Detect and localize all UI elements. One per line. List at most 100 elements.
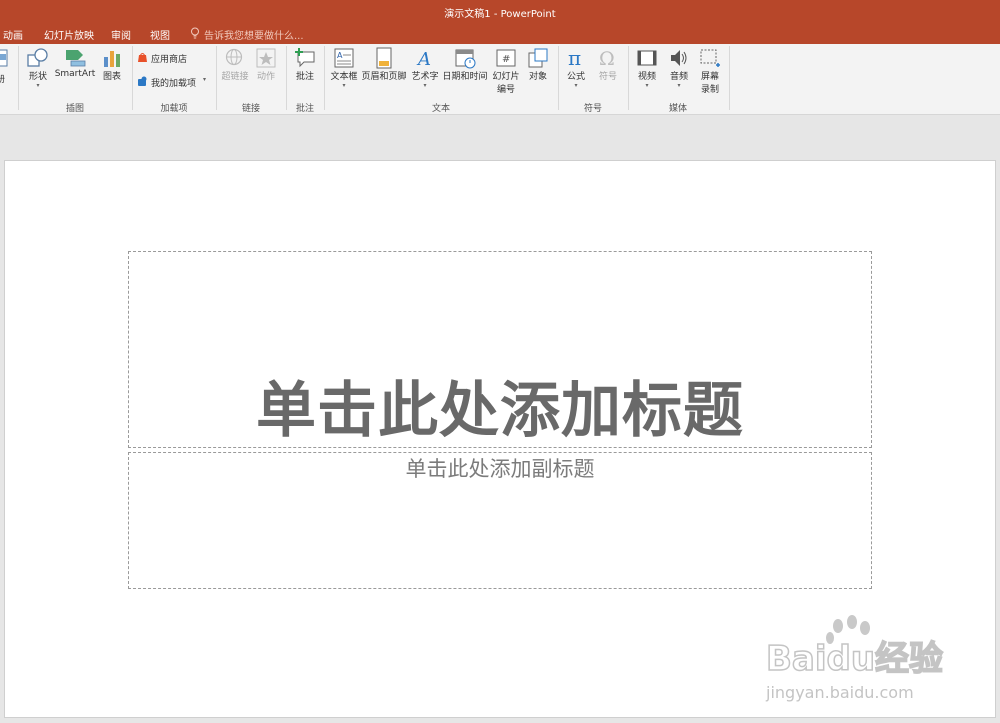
chart-label: 图表 — [102, 72, 121, 82]
speaker-icon — [671, 50, 687, 66]
action-label: 动作 — [256, 72, 275, 82]
slide-number-label-2: 编号 — [496, 85, 515, 95]
title-placeholder-text: 单击此处添加标题 — [256, 376, 744, 446]
chevron-down-icon: ▾ — [203, 76, 207, 83]
window-title: 演示文稿1 - PowerPoint — [444, 9, 556, 20]
svg-text:π: π — [568, 47, 581, 69]
shapes-icon — [27, 48, 48, 67]
subtitle-placeholder-text: 单击此处添加副标题 — [405, 457, 595, 481]
globe-link-icon — [225, 48, 243, 66]
title-bar: 演示文稿1 - PowerPoint — [0, 0, 1000, 22]
star-icon — [256, 48, 276, 68]
textbox-icon: A — [334, 48, 354, 68]
addins-icon — [138, 76, 147, 86]
smartart-icon — [66, 50, 86, 67]
equation-button[interactable]: π 公式 ▾ — [563, 47, 589, 89]
equation-label: 公式 — [566, 72, 585, 82]
datetime-button[interactable]: 日期和时间 — [441, 47, 489, 82]
datetime-label: 日期和时间 — [442, 72, 488, 82]
comment-label: 批注 — [295, 72, 314, 82]
chevron-down-icon: ▾ — [423, 82, 427, 89]
smartart-label: SmartArt — [54, 69, 96, 79]
photo-album-icon — [0, 49, 8, 67]
chevron-down-icon: ▾ — [677, 82, 681, 89]
baidu-paw-logo: Baidu经验 jingyan.baidu.com — [765, 615, 944, 702]
store-label: 应用商店 — [151, 55, 188, 65]
slide-number-label-1: 幻灯片 — [492, 72, 520, 82]
screen-recording-button[interactable]: 屏幕 录制 — [698, 47, 722, 95]
baidu-jingyan-watermark: Baidu经验 jingyan.baidu.com — [760, 612, 950, 707]
chevron-down-icon: ▾ — [36, 82, 40, 89]
lightbulb-icon — [191, 27, 199, 39]
group-label-media: 媒体 — [668, 104, 687, 114]
omega-icon: Ω — [599, 48, 615, 69]
group-label-links: 链接 — [241, 104, 260, 114]
calendar-icon — [455, 49, 476, 69]
header-footer-icon — [376, 47, 392, 69]
watermark-url: jingyan.baidu.com — [765, 683, 914, 702]
header-footer-button[interactable]: 页眉和页脚 — [360, 47, 408, 82]
group-label-illustrations: 插图 — [65, 104, 84, 114]
hyperlink-label: 超链接 — [221, 72, 249, 82]
svg-text:Ω: Ω — [599, 48, 615, 69]
photo-album-button[interactable]: 册 — [0, 48, 10, 85]
ribbon-tab-bar: 动画 幻灯片放映 审阅 视图 告诉我您想要做什么... — [0, 22, 1000, 44]
smartart-button[interactable]: SmartArt — [54, 47, 96, 79]
symbol-button[interactable]: Ω 符号 — [595, 47, 621, 82]
object-label: 对象 — [528, 72, 547, 82]
screen-record-icon — [700, 49, 720, 67]
slide-number-icon: # — [496, 49, 516, 67]
new-comment-icon — [295, 48, 315, 68]
store-icon — [138, 53, 147, 62]
svg-text:A: A — [337, 51, 343, 60]
tab-slideshow[interactable]: 幻灯片放映 — [44, 27, 94, 42]
tab-animations[interactable]: 动画 — [3, 27, 23, 42]
group-label-symbols: 符号 — [583, 104, 602, 114]
chevron-down-icon: ▾ — [342, 82, 346, 89]
action-button[interactable]: 动作 — [254, 47, 278, 82]
shapes-label: 形状 — [28, 72, 47, 82]
tab-view[interactable]: 视图 — [150, 27, 170, 42]
title-placeholder[interactable]: 单击此处添加标题 — [128, 251, 872, 448]
wordart-icon: A — [416, 49, 431, 69]
chart-icon — [104, 51, 120, 67]
subtitle-placeholder[interactable]: 单击此处添加副标题 — [128, 452, 872, 589]
video-label: 视频 — [637, 72, 656, 82]
separator — [729, 46, 730, 110]
wordart-button[interactable]: A 艺术字 ▾ — [410, 47, 440, 89]
search-placeholder: 告诉我您想要做什么... — [204, 31, 304, 42]
my-addins-label: 我的加载项 — [151, 79, 197, 89]
textbox-button[interactable]: A 文本框 ▾ — [328, 47, 360, 89]
group-label-text: 文本 — [431, 104, 450, 114]
audio-button[interactable]: 音频 ▾ — [666, 47, 692, 89]
screen-recording-label-1: 屏幕 — [700, 72, 719, 82]
svg-text:A: A — [416, 49, 431, 69]
video-button[interactable]: 视频 ▾ — [634, 47, 660, 89]
object-button[interactable]: 对象 — [526, 47, 550, 82]
screen-recording-label-2: 录制 — [700, 85, 719, 95]
slide-number-button[interactable]: # 幻灯片 编号 — [490, 47, 522, 95]
chevron-down-icon: ▾ — [574, 82, 578, 89]
ribbon-insert: 册 形状 ▾ SmartArt 图表 插图 应用商店 我的加载项 ▾ 加载项 超… — [0, 44, 1000, 115]
comment-button[interactable]: 批注 — [292, 47, 318, 82]
symbol-label: 符号 — [598, 72, 617, 82]
textbox-label: 文本框 — [330, 72, 358, 82]
group-label-comments: 批注 — [295, 104, 314, 114]
watermark-brand: Baidu经验 — [766, 639, 943, 679]
wordart-label: 艺术字 — [411, 72, 439, 82]
header-footer-label: 页眉和页脚 — [361, 72, 407, 82]
store-button[interactable]: 应用商店 — [137, 52, 197, 66]
tab-review[interactable]: 审阅 — [111, 27, 131, 42]
my-addins-button[interactable]: 我的加载项 ▾ — [137, 76, 213, 90]
object-icon — [528, 48, 548, 68]
chart-button[interactable]: 图表 — [100, 47, 124, 82]
hyperlink-button[interactable]: 超链接 — [220, 47, 250, 82]
shapes-button[interactable]: 形状 ▾ — [24, 47, 52, 89]
pi-icon: π — [568, 47, 581, 69]
group-label-addins: 加载项 — [160, 104, 188, 114]
audio-label: 音频 — [669, 72, 688, 82]
svg-text:#: # — [502, 54, 510, 65]
photo-album-label: 册 — [0, 75, 6, 85]
film-icon — [637, 50, 657, 66]
chevron-down-icon: ▾ — [645, 82, 649, 89]
